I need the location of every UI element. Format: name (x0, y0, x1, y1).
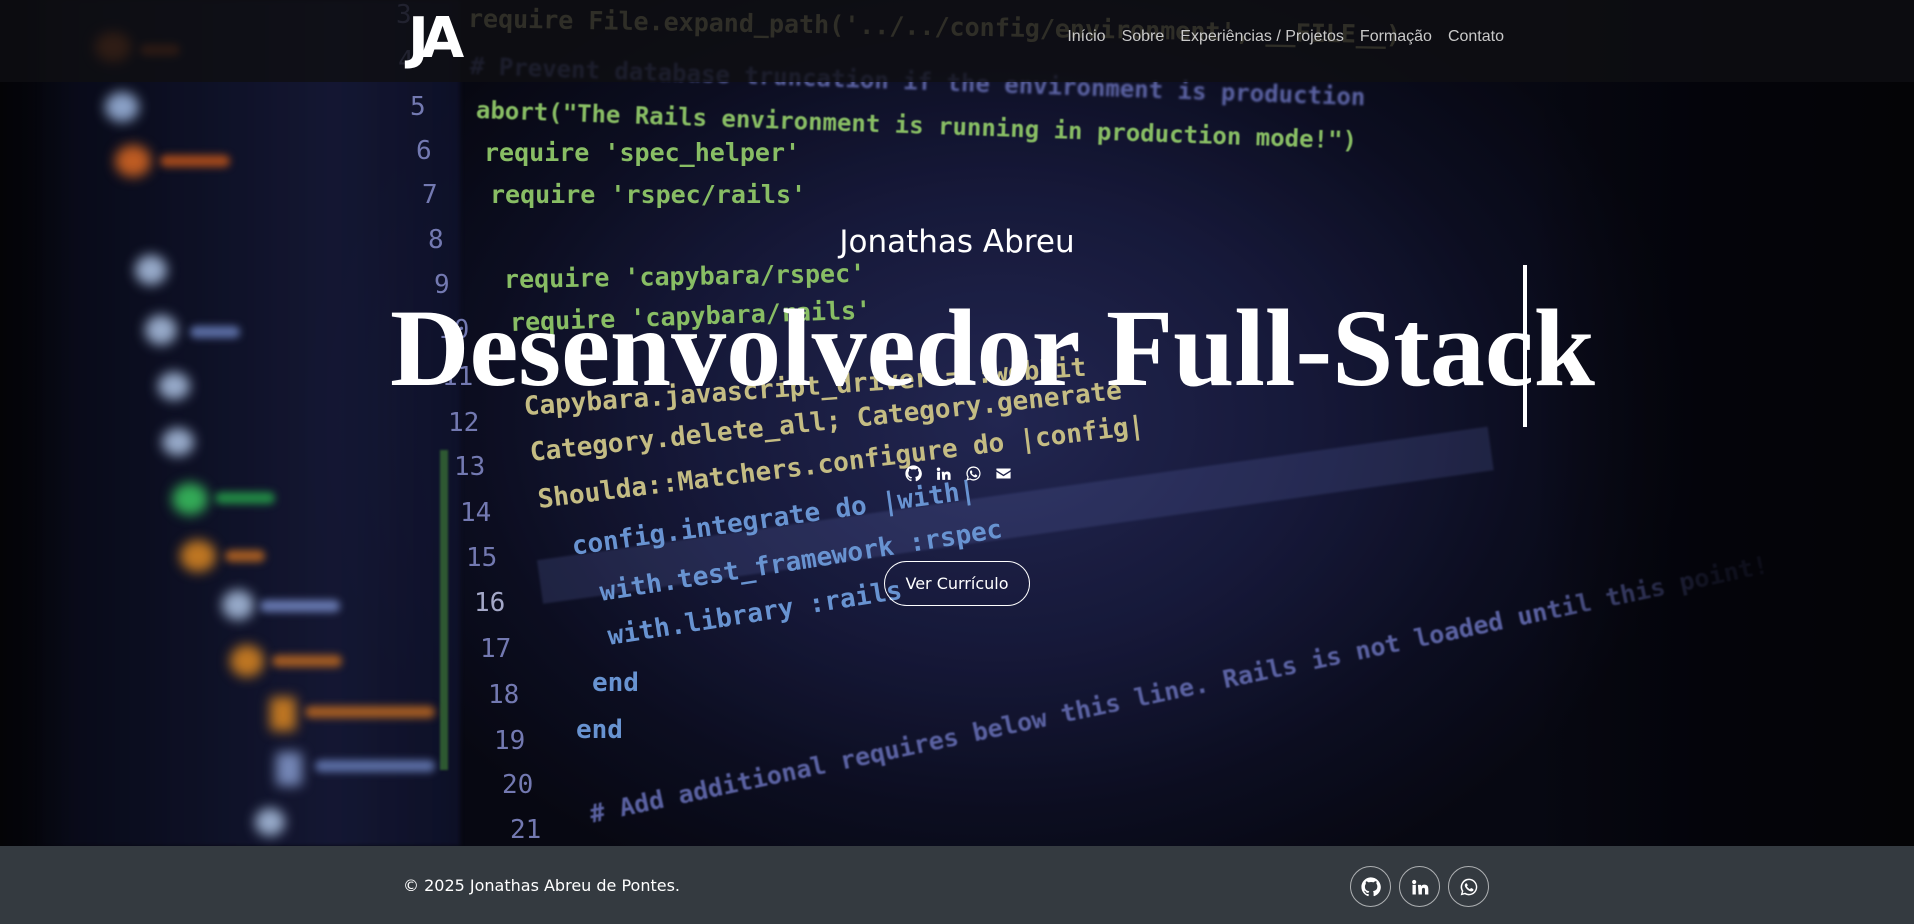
nav-link-sobre[interactable]: Sobre (1122, 28, 1165, 46)
nav-link-inicio[interactable]: Início (1067, 28, 1105, 46)
github-icon (1360, 876, 1381, 897)
envelope-icon[interactable] (994, 464, 1012, 482)
footer: © 2025 Jonathas Abreu de Pontes. (0, 846, 1914, 924)
linkedin-icon[interactable] (934, 464, 952, 482)
hero-title: Desenvolvedor Full-Stack (390, 287, 1595, 409)
github-icon[interactable] (904, 464, 922, 482)
footer-whatsapp-button[interactable] (1448, 866, 1489, 907)
hero-social-links (904, 464, 1012, 482)
typing-cursor (1523, 265, 1527, 427)
nav-link-contato[interactable]: Contato (1448, 28, 1504, 46)
copyright-text: © 2025 Jonathas Abreu de Pontes. (403, 876, 681, 895)
linkedin-icon (1410, 877, 1430, 897)
footer-github-button[interactable] (1350, 866, 1391, 907)
hero-background: 3 4 5 6 7 8 9 10 11 12 13 14 15 16 17 18… (0, 0, 1914, 846)
whatsapp-icon (1459, 877, 1479, 897)
footer-social-links (1350, 866, 1489, 907)
nav-link-formacao[interactable]: Formação (1360, 28, 1432, 46)
logo[interactable]: JA (408, 10, 498, 68)
navbar: JA Início Sobre Experiências / Projetos … (0, 0, 1914, 82)
nav-links: Início Sobre Experiências / Projetos For… (1067, 28, 1504, 46)
nav-link-experiencias[interactable]: Experiências / Projetos (1180, 28, 1344, 46)
view-resume-button[interactable]: Ver Currículo (884, 561, 1030, 606)
hero-name: Jonathas Abreu (839, 224, 1075, 260)
footer-linkedin-button[interactable] (1399, 866, 1440, 907)
whatsapp-icon[interactable] (964, 464, 982, 482)
